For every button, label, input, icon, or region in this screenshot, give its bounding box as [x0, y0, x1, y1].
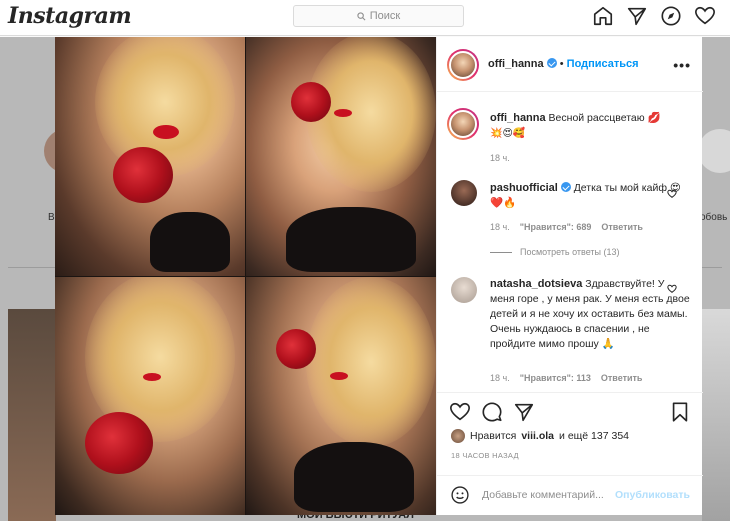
add-comment-bar: Добавьте комментарий... Опубликовать	[437, 475, 703, 515]
post-header-meta: offi_hanna • Подписаться	[488, 58, 639, 70]
view-replies-label: Посмотреть ответы (13)	[520, 247, 620, 257]
post-photo[interactable]	[55, 37, 436, 515]
caption-meta: 18 ч.	[490, 153, 510, 163]
home-icon[interactable]	[592, 5, 614, 27]
activity-icon[interactable]	[694, 5, 716, 27]
author-username[interactable]: offi_hanna	[488, 58, 544, 70]
emoji-icon[interactable]	[450, 485, 470, 505]
comment-time[interactable]: 18 ч.	[490, 222, 510, 232]
photo-quadrant-top-right	[246, 37, 436, 276]
comment-reply-button[interactable]: Ответить	[601, 222, 643, 232]
search-placeholder: Поиск	[369, 10, 401, 22]
grid-tile-left	[8, 309, 56, 521]
comment-likes[interactable]: "Нравится": 689	[520, 222, 592, 232]
likes-count[interactable]: и ещё 137 354	[559, 430, 629, 442]
more-options-icon[interactable]: •••	[673, 57, 691, 73]
follow-button[interactable]: Подписаться	[567, 58, 639, 70]
grid-tile-right	[702, 309, 730, 521]
direct-icon[interactable]	[626, 5, 648, 27]
comment-avatar-natasha[interactable]	[451, 277, 477, 303]
comment-like-icon[interactable]	[667, 189, 677, 199]
comment-username[interactable]: pashuofficial	[490, 182, 558, 194]
comment-avatar-pashuofficial[interactable]	[451, 180, 477, 206]
verified-badge-icon	[560, 182, 571, 192]
caption: offi_hanna Весной рассцветаю 💋 💥😍🥰	[490, 111, 690, 141]
author-avatar[interactable]	[447, 49, 479, 81]
comment-like-icon[interactable]	[667, 284, 677, 294]
caption-text: Весной рассцветаю 💋	[548, 112, 661, 124]
comment-time[interactable]: 18 ч.	[490, 373, 510, 383]
explore-icon[interactable]	[660, 5, 682, 27]
like-icon[interactable]	[449, 401, 471, 423]
story-highlight-right	[698, 129, 730, 173]
view-replies-button[interactable]: Посмотреть ответы (13)	[490, 247, 620, 257]
search-input[interactable]: Поиск	[293, 5, 464, 27]
bookmark-icon[interactable]	[669, 401, 691, 423]
comment-meta: 18 ч. "Нравится": 113 Ответить	[490, 373, 642, 383]
caption-emoji: 💥😍🥰	[490, 128, 526, 139]
publish-button[interactable]: Опубликовать	[615, 489, 690, 501]
nav-icon-group	[592, 5, 716, 27]
comment-input[interactable]: Добавьте комментарий...	[482, 489, 604, 501]
comment-reply-button[interactable]: Ответить	[601, 373, 643, 383]
share-icon[interactable]	[513, 401, 535, 423]
search-icon	[357, 11, 366, 20]
likes-user[interactable]: viii.ola	[521, 430, 554, 442]
photo-quadrant-bottom-left	[55, 277, 245, 515]
caption-username[interactable]: offi_hanna	[490, 112, 546, 124]
comment-likes[interactable]: "Нравится": 113	[520, 373, 591, 383]
comment-item: natasha_dotsieva Здравствуйте! У меня го…	[490, 277, 690, 352]
comment-icon[interactable]	[481, 401, 503, 423]
instagram-logo[interactable]: Instagram	[8, 3, 132, 29]
comment-item: pashuofficial Детка ты мой кайф 😍❤️🔥	[490, 181, 690, 211]
post-time-ago[interactable]: 18 ЧАСОВ НАЗАД	[451, 451, 519, 460]
caption-avatar[interactable]	[447, 108, 479, 140]
photo-quadrant-top-left	[55, 37, 245, 276]
caption-time[interactable]: 18 ч.	[490, 153, 510, 163]
likes-summary[interactable]: Нравится viii.ola и ещё 137 354	[451, 429, 629, 443]
post-detail-panel: offi_hanna • Подписаться ••• offi_hanna …	[436, 37, 703, 515]
story-label-right: обовь	[700, 212, 728, 223]
comment-username[interactable]: natasha_dotsieva	[490, 278, 582, 290]
story-label-left: В	[48, 212, 55, 223]
comment-meta: 18 ч. "Нравится": 689 Ответить	[490, 222, 643, 232]
post-header: offi_hanna • Подписаться •••	[437, 37, 703, 92]
liker-avatar	[451, 429, 465, 443]
photo-quadrant-bottom-right	[246, 277, 436, 515]
likes-prefix: Нравится	[470, 430, 517, 442]
top-navigation-bar: Instagram Поиск	[0, 0, 730, 36]
verified-badge-icon	[546, 58, 557, 68]
